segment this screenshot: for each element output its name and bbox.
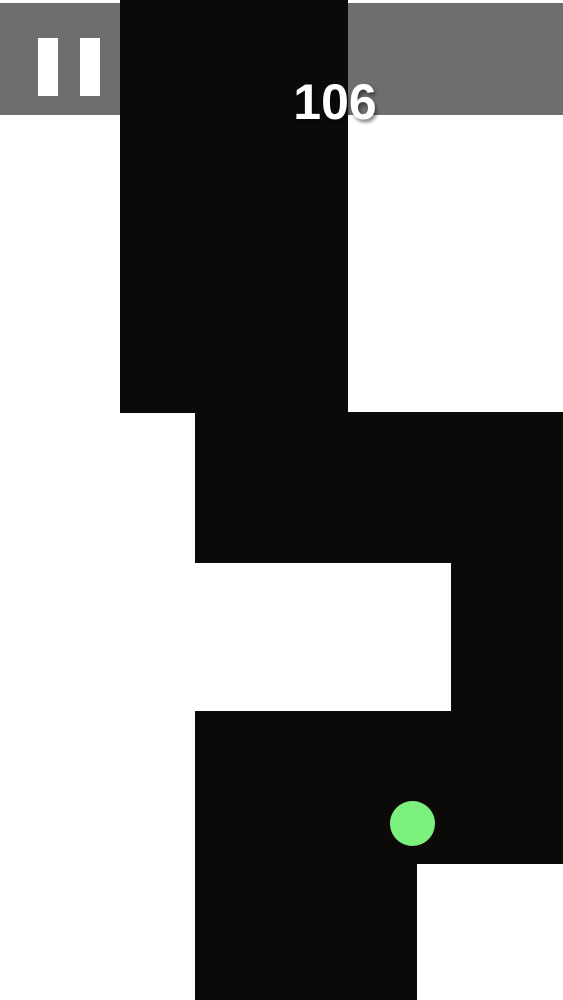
player-ball bbox=[390, 801, 435, 846]
pause-icon-bar-right bbox=[80, 38, 100, 96]
path-segment bbox=[195, 412, 563, 563]
path-segment bbox=[120, 0, 348, 413]
score-counter: 106 bbox=[293, 74, 377, 130]
path-segment bbox=[195, 863, 417, 1000]
pause-button[interactable] bbox=[34, 36, 106, 100]
path-segment bbox=[195, 711, 563, 864]
game-stage[interactable]: 106 bbox=[0, 0, 563, 1000]
path-segment bbox=[451, 562, 563, 712]
pause-icon-bar-left bbox=[38, 38, 58, 96]
